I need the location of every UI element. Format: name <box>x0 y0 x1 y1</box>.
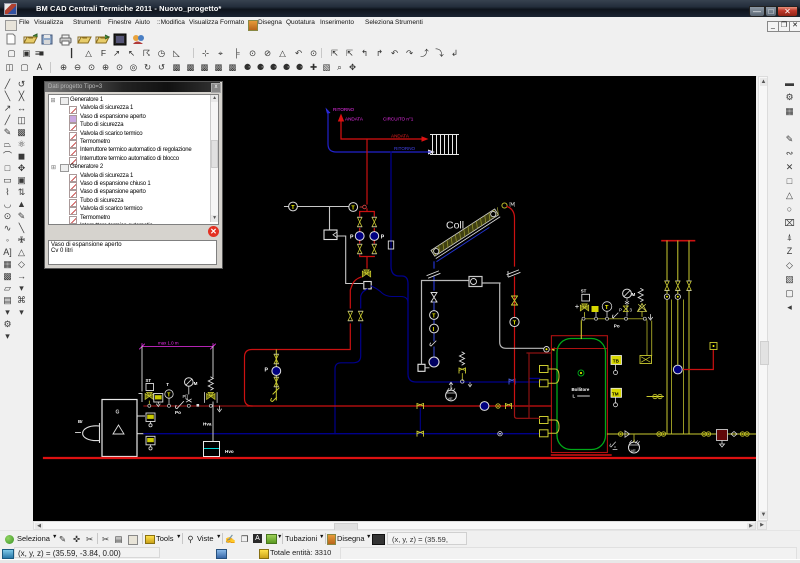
svg-text:Hvo: Hvo <box>225 449 234 454</box>
svg-text:TM: TM <box>612 391 619 396</box>
svg-text:L: L <box>573 394 576 399</box>
svg-text:CIRCUITO n°1: CIRCUITO n°1 <box>383 117 414 122</box>
svg-text:P[]: P[] <box>183 394 188 399</box>
svg-text:P: P <box>265 368 269 374</box>
svg-text:P: P <box>619 308 622 313</box>
svg-text:T: T <box>166 382 169 387</box>
svg-text:RITORNO: RITORNO <box>394 146 416 151</box>
svg-text:M: M <box>632 292 636 297</box>
svg-text:Hva: Hva <box>203 422 212 427</box>
svg-text:3: 3 <box>630 308 633 313</box>
svg-text:P: P <box>381 234 385 240</box>
svg-text:T: T <box>605 305 609 311</box>
svg-text:max 1.0 m: max 1.0 m <box>158 341 179 346</box>
svg-text:ANDATA: ANDATA <box>391 134 410 139</box>
svg-text:Po: Po <box>614 324 620 329</box>
svg-text:TB: TB <box>613 359 620 364</box>
svg-text:RITORNO: RITORNO <box>333 107 355 112</box>
svg-text:ST: ST <box>146 378 152 383</box>
svg-text:ST: ST <box>581 289 587 294</box>
svg-text:P: P <box>350 234 354 240</box>
svg-text:VE: VE <box>631 449 637 453</box>
svg-text:Br: Br <box>78 419 83 424</box>
svg-text:VE: VE <box>448 397 454 401</box>
svg-text:[M]: [M] <box>510 202 516 207</box>
svg-text:ANDATA: ANDATA <box>345 117 364 122</box>
svg-text:Bollitore: Bollitore <box>572 387 590 392</box>
svg-text:Po: Po <box>175 410 181 415</box>
svg-text:G: G <box>116 410 120 416</box>
svg-text:M: M <box>194 381 198 386</box>
svg-text:Coll: Coll <box>446 220 464 232</box>
